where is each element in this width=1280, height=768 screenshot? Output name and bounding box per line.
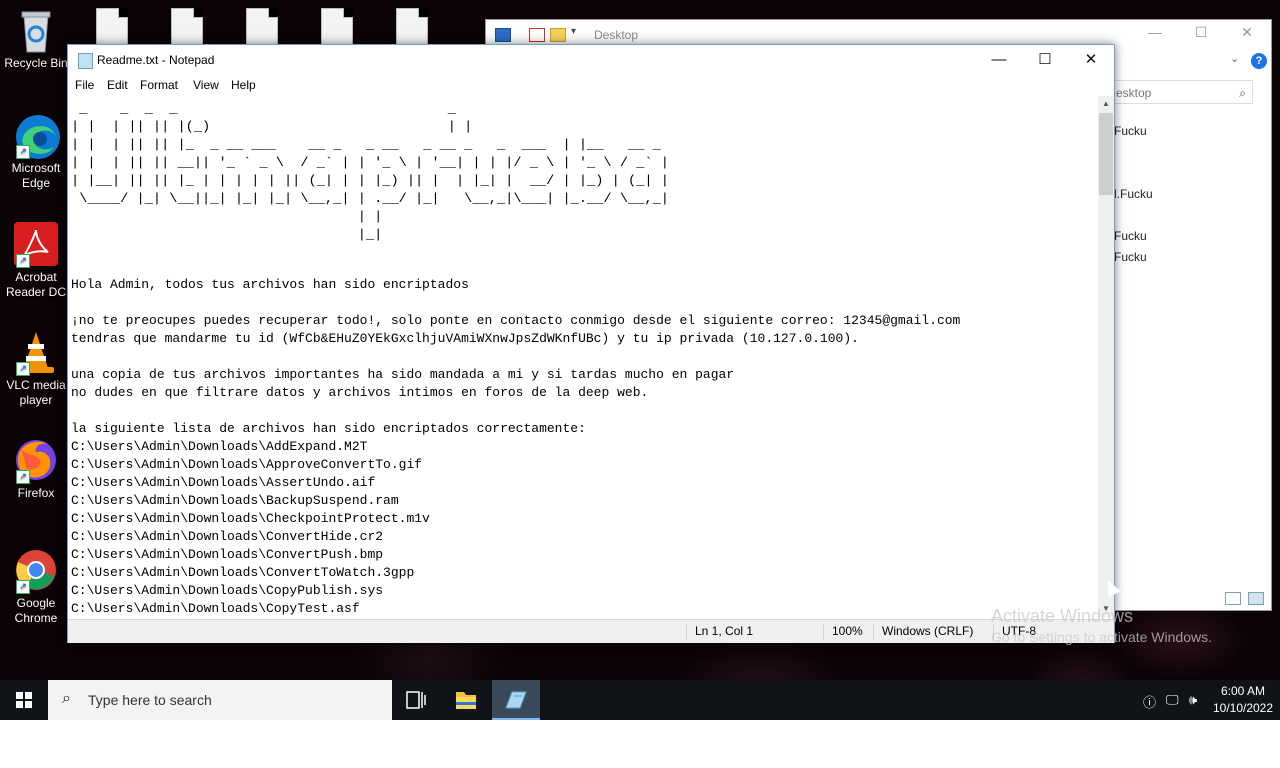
notepad-titlebar[interactable]: Readme.txt - Notepad — ☐ ✕ bbox=[68, 45, 1114, 75]
desktop-icon-label: Microsoft Edge bbox=[11, 161, 61, 190]
desktop-icon-label: Acrobat Reader DC bbox=[5, 270, 67, 299]
file-explorer-taskbar-button[interactable] bbox=[442, 680, 490, 720]
explorer-file-item[interactable]: Fucku bbox=[1114, 229, 1147, 243]
desktop-icon-label: VLC media player bbox=[6, 378, 66, 407]
menu-bar: File Edit Format View Help bbox=[68, 75, 1114, 96]
menu-edit[interactable]: Edit bbox=[107, 78, 128, 92]
zoom-level: 100% bbox=[823, 624, 863, 640]
help-icon[interactable]: ? bbox=[1251, 53, 1267, 69]
explorer-search-text: esktop bbox=[1116, 86, 1152, 100]
large-icons-view-icon[interactable] bbox=[1248, 592, 1264, 605]
explorer-file-item[interactable]: Fucku bbox=[1114, 124, 1147, 138]
desktop-file-icon[interactable] bbox=[396, 8, 428, 48]
explorer-properties-icon[interactable] bbox=[495, 28, 511, 42]
watermark-line2: Go to Settings to activate Windows. bbox=[991, 629, 1212, 645]
explorer-search-box[interactable]: esktop ⌕ bbox=[1111, 80, 1253, 104]
vlc-cone-icon: ↗ bbox=[14, 330, 58, 376]
explorer-file-item[interactable]: l.Fucku bbox=[1114, 187, 1153, 201]
task-view-icon bbox=[406, 691, 426, 709]
menu-format[interactable]: Format bbox=[140, 78, 178, 92]
scroll-thumb[interactable] bbox=[1099, 113, 1113, 195]
desktop-icon-recycle-bin[interactable]: Recycle Bin bbox=[0, 8, 72, 71]
text-editor-area[interactable]: _ _ _ _ _ | | | || || |(_) | | | | | || … bbox=[71, 96, 1098, 617]
recycle-bin-icon bbox=[14, 8, 58, 53]
taskbar-search-box[interactable]: ⌕ Type here to search bbox=[48, 680, 392, 720]
desktop-file-icon[interactable] bbox=[321, 8, 353, 48]
ribbon-expand-icon[interactable]: ⌄ bbox=[1230, 52, 1239, 65]
details-view-icon[interactable] bbox=[1225, 592, 1241, 605]
notepad-title: Readme.txt - Notepad bbox=[97, 53, 215, 67]
maximize-button[interactable]: ☐ bbox=[1022, 45, 1068, 75]
ransom-note-body: Hola Admin, todos tus archivos han sido … bbox=[71, 277, 961, 616]
shortcut-arrow-icon: ↗ bbox=[16, 145, 30, 159]
taskbar-search-placeholder: Type here to search bbox=[88, 692, 212, 708]
watermark-line1: Activate Windows bbox=[991, 606, 1134, 626]
notepad-window[interactable]: Readme.txt - Notepad — ☐ ✕ File Edit For… bbox=[67, 44, 1115, 643]
shortcut-arrow-icon: ↗ bbox=[16, 580, 30, 594]
menu-view[interactable]: View bbox=[193, 78, 219, 92]
edge-icon: ↗ bbox=[14, 113, 60, 159]
cursor-position: Ln 1, Col 1 bbox=[686, 624, 753, 640]
chrome-icon: ↗ bbox=[14, 548, 58, 594]
desktop-file-icon[interactable] bbox=[171, 8, 203, 48]
new-folder-icon[interactable] bbox=[550, 28, 566, 42]
desktop-icon-acrobat[interactable]: ↗ Acrobat Reader DC bbox=[0, 222, 72, 300]
quick-access-dropdown-icon[interactable]: ▾ bbox=[571, 26, 576, 37]
task-view-button[interactable] bbox=[392, 680, 440, 720]
activate-windows-watermark: Activate Windows Go to Settings to activ… bbox=[991, 606, 1212, 645]
network-tray-icon[interactable]: 🖵 bbox=[1166, 692, 1179, 708]
close-button[interactable]: ✕ bbox=[1068, 45, 1114, 75]
folder-icon bbox=[456, 692, 476, 709]
shortcut-arrow-icon: ↗ bbox=[16, 470, 30, 484]
menu-file[interactable]: File bbox=[75, 78, 94, 92]
desktop-file-icon[interactable] bbox=[246, 8, 278, 48]
desktop-file-icon[interactable] bbox=[96, 8, 128, 48]
desktop-icon-label: Google Chrome bbox=[14, 596, 58, 625]
desktop-icon-chrome[interactable]: ↗ Google Chrome bbox=[0, 548, 72, 626]
explorer-checkbox-icon[interactable] bbox=[529, 28, 545, 42]
info-tray-icon[interactable]: ⓘ bbox=[1143, 692, 1156, 711]
desktop-background: Recycle Bin ↗ Microsoft Edge ↗ Acrobat R… bbox=[0, 0, 1280, 720]
desktop-icon-label: Recycle Bin bbox=[4, 56, 68, 70]
shortcut-arrow-icon: ↗ bbox=[16, 362, 30, 376]
clock-date: 10/10/2022 bbox=[1212, 701, 1274, 715]
firefox-icon: ↗ bbox=[14, 438, 58, 484]
line-ending: Windows (CRLF) bbox=[873, 624, 973, 640]
desktop-icon-label: Firefox bbox=[17, 486, 55, 500]
explorer-maximize-button[interactable]: ☐ bbox=[1186, 24, 1216, 41]
screen-margin bbox=[0, 720, 1280, 768]
explorer-close-button[interactable]: ✕ bbox=[1232, 24, 1262, 41]
desktop-icon-firefox[interactable]: ↗ Firefox bbox=[0, 438, 72, 501]
clock-time: 6:00 AM bbox=[1220, 684, 1266, 698]
notepad-taskbar-button[interactable] bbox=[492, 680, 540, 720]
acrobat-icon: ↗ bbox=[14, 222, 58, 268]
desktop-icon-vlc[interactable]: ↗ VLC media player bbox=[0, 330, 72, 408]
notepad-app-icon bbox=[78, 53, 93, 69]
start-button[interactable] bbox=[0, 680, 48, 720]
explorer-title: Desktop bbox=[594, 28, 639, 42]
notepad-icon bbox=[505, 691, 527, 709]
volume-tray-icon[interactable]: 🕪 bbox=[1189, 692, 1197, 708]
search-icon: ⌕ bbox=[62, 690, 71, 707]
windows-logo-icon bbox=[16, 692, 32, 708]
taskbar: ⌕ Type here to search ⓘ 🖵 🕪 6:00 AM 10/1… bbox=[0, 680, 1280, 720]
minimize-button[interactable]: — bbox=[976, 45, 1022, 75]
search-icon: ⌕ bbox=[1239, 86, 1246, 100]
desktop-icon-edge[interactable]: ↗ Microsoft Edge bbox=[0, 113, 72, 191]
scroll-up-icon[interactable]: ▲ bbox=[1098, 96, 1114, 112]
status-bar: Ln 1, Col 1 100% Windows (CRLF) UTF-8 bbox=[68, 619, 1114, 643]
explorer-file-item[interactable]: Fucku bbox=[1114, 250, 1147, 264]
taskbar-clock[interactable]: 6:00 AM 10/10/2022 bbox=[1210, 683, 1276, 717]
shortcut-arrow-icon: ↗ bbox=[16, 254, 30, 268]
menu-help[interactable]: Help bbox=[231, 78, 256, 92]
ascii-art-banner: _ _ _ _ _ | | | || || |(_) | | | | | || … bbox=[71, 101, 669, 242]
explorer-minimize-button[interactable]: — bbox=[1140, 24, 1170, 40]
vertical-scrollbar[interactable]: ▲ ▼ bbox=[1098, 96, 1114, 617]
